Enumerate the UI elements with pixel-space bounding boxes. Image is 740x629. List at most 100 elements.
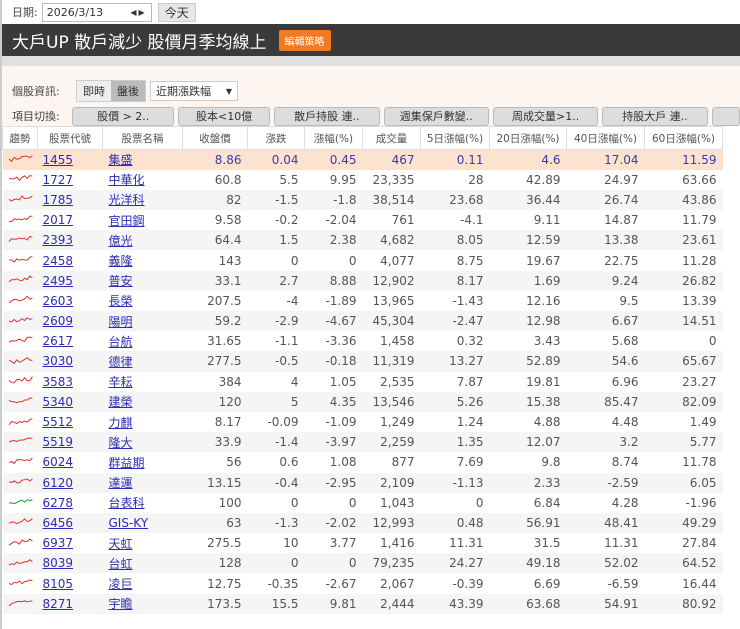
stock-code-link[interactable]: 2017 <box>43 213 74 227</box>
stock-name-link[interactable]: 普安 <box>109 274 133 288</box>
stock-code-link[interactable]: 3030 <box>43 354 74 368</box>
stock-name-link[interactable]: 官田鋼 <box>109 214 145 228</box>
stock-name-link[interactable]: 力麒 <box>109 416 133 430</box>
stock-code-link[interactable]: 1455 <box>43 153 74 167</box>
table-row[interactable]: 8039 台虹 128 0 0 79,235 24.27 49.18 52.02 64.52 <box>2 553 723 574</box>
edit-strategy-button[interactable]: 編輯策略 <box>278 29 331 51</box>
stock-name-link[interactable]: GIS-KY <box>109 516 149 530</box>
table-row[interactable]: 2458 義隆 143 0 0 4,077 8.75 19.67 22.75 11.28 <box>3 250 723 270</box>
today-button[interactable]: 今天 <box>157 2 196 22</box>
column-header[interactable]: 5日漲幅(%) <box>420 126 490 150</box>
table-row[interactable]: 2495 普安 33.1 2.7 8.88 12,902 8.17 1.69 9.24 26.82 <box>2 270 723 291</box>
stock-code-link[interactable]: 2609 <box>43 314 74 328</box>
stock-name-link[interactable]: 台虹 <box>109 557 133 571</box>
stock-code-link[interactable]: 1785 <box>43 193 74 207</box>
table-row[interactable]: 5512 力麒 8.17 -0.09 -1.09 1,249 1.24 4.88 4.48 1.4… <box>3 412 723 432</box>
stock-name-link[interactable]: 台表科 <box>109 496 145 510</box>
column-header[interactable]: 20日漲幅(%) <box>489 126 567 150</box>
switch-button[interactable]: 股本<10億 <box>178 106 271 126</box>
table-row[interactable]: 6937 天虹 275.5 10 3.77 1,416 11.31 31.5 11.31 27.8… <box>3 533 723 553</box>
change-20d-cell: 2.33 <box>489 472 567 493</box>
stock-name-link[interactable]: 辛耘 <box>109 375 133 389</box>
table-row[interactable]: 2017 官田鋼 9.58 -0.2 -2.04 761 -4.1 9.11 14.87 11.7… <box>3 210 723 230</box>
stock-code-link[interactable]: 8271 <box>43 597 74 611</box>
stock-code-link[interactable]: 6937 <box>43 536 74 550</box>
column-header[interactable]: 股票名稱 <box>102 126 183 150</box>
table-row[interactable]: 1455 集盛 8.86 0.04 0.45 467 0.11 4.6 17.04 11.59 <box>2 149 723 170</box>
change-pct-cell: -2.04 <box>325 213 357 228</box>
stock-code-link[interactable]: 2617 <box>43 334 74 348</box>
stock-code-link[interactable]: 2393 <box>43 233 74 247</box>
switch-button[interactable]: 持股大戶 連.. <box>602 106 708 126</box>
date-input[interactable]: 2026/3/13 ◀▶ <box>41 2 152 22</box>
stock-name-link[interactable]: 光洋科 <box>109 193 145 207</box>
table-row[interactable]: 6120 達運 13.15 -0.4 -2.95 2,109 -1.13 2.33 -2.59 6… <box>2 472 723 493</box>
column-header[interactable]: 趨勢 <box>2 126 38 150</box>
stock-name-link[interactable]: 隆大 <box>109 436 133 450</box>
table-row[interactable]: 8105 凌巨 12.75 -0.35 -2.67 2,067 -0.39 6.69 -6.59… <box>3 573 723 593</box>
switch-button[interactable]: 股價 > 2.. <box>72 106 174 126</box>
stock-name-link[interactable]: 建榮 <box>109 395 133 409</box>
table-row[interactable]: 2609 陽明 59.2 -2.9 -4.67 45,304 -2.47 12.98 6.67 1… <box>2 311 723 332</box>
stock-name-link[interactable]: 億光 <box>109 234 133 248</box>
stock-name-link[interactable]: 長榮 <box>109 294 133 308</box>
column-header[interactable]: 40日漲幅(%) <box>566 126 645 150</box>
stock-name-link[interactable]: 群益期 <box>109 456 145 470</box>
stock-name-link[interactable]: 天虹 <box>109 537 133 551</box>
column-header[interactable]: 漲幅(%) <box>304 126 363 150</box>
table-row[interactable]: 2603 長榮 207.5 -4 -1.89 13,965 -1.43 12.16 9.5 13.… <box>3 291 723 311</box>
date-stepper-icon[interactable]: ◀▶ <box>130 8 146 17</box>
stock-code-link[interactable]: 1727 <box>43 173 74 187</box>
stock-code-link[interactable]: 5512 <box>43 415 74 429</box>
stock-name-link[interactable]: 義隆 <box>109 254 133 268</box>
switch-button[interactable]: 周成交量>1.. <box>492 106 599 126</box>
stock-code-link[interactable]: 2458 <box>43 254 74 268</box>
stock-name-link[interactable]: 達運 <box>109 476 133 490</box>
stock-name-link[interactable]: 集盛 <box>109 153 133 167</box>
stock-code-link[interactable]: 5340 <box>43 395 74 409</box>
stock-code-link[interactable]: 6120 <box>43 476 74 490</box>
stock-name-link[interactable]: 宇瞻 <box>109 597 133 611</box>
column-header[interactable]: 成交量 <box>362 126 421 150</box>
table-row[interactable]: 2393 億光 64.4 1.5 2.38 4,682 8.05 12.59 13.38 23.6… <box>2 230 723 251</box>
table-row[interactable]: 3030 德律 277.5 -0.5 -0.18 11,319 13.27 52.89 54.6… <box>2 351 723 372</box>
mode-after-hours[interactable]: 盤後 <box>111 81 145 101</box>
change-20d-cell: 19.81 <box>526 374 561 389</box>
table-row[interactable]: 6456 GIS-KY 63 -1.3 -2.02 12,993 0.48 56.91 48.4… <box>2 512 723 534</box>
stock-name-link[interactable]: 凌巨 <box>109 577 133 591</box>
stock-code-link[interactable]: 6278 <box>43 496 74 510</box>
trend-cell <box>3 452 38 472</box>
mode-realtime[interactable]: 即時 <box>77 81 111 101</box>
table-row[interactable]: 8271 宇瞻 173.5 15.5 9.81 2,444 43.39 63.68 54.91 8… <box>2 593 723 614</box>
stock-code-link[interactable]: 6024 <box>43 455 74 469</box>
table-row[interactable]: 2617 台航 31.65 -1.1 -3.36 1,458 0.32 3.43 5.68 0 <box>3 331 723 351</box>
info-select[interactable]: 近期漲跌幅 ▼ <box>150 81 238 101</box>
change-pct-cell: 8.88 <box>304 270 363 291</box>
change-40d-cell: 48.41 <box>566 512 645 534</box>
table-row[interactable]: 6278 台表科 100 0 0 1,043 0 6.84 4.28 -1.96 <box>3 493 723 513</box>
stock-name-link[interactable]: 中華化 <box>109 173 145 187</box>
stock-name-link[interactable]: 德律 <box>109 355 133 369</box>
column-header[interactable]: 漲跌 <box>247 126 305 150</box>
switch-button[interactable]: 散戶持股 連.. <box>274 106 380 126</box>
table-row[interactable]: 5519 隆大 33.9 -1.4 -3.97 2,259 1.35 12.07 3.2 5.77 <box>2 432 723 453</box>
table-row[interactable]: 5340 建榮 120 5 4.35 13,546 5.26 15.38 85.47 82.09 <box>2 391 723 412</box>
table-row[interactable]: 1727 中華化 60.8 5.5 9.95 23,335 28 42.89 24.97 63.6… <box>3 170 723 190</box>
table-row[interactable]: 1785 光洋科 82 -1.5 -1.8 38,514 23.68 36.44 26.74 43… <box>2 189 723 211</box>
stock-code-link[interactable]: 3583 <box>43 375 74 389</box>
stock-code-link[interactable]: 8039 <box>43 556 74 570</box>
table-row[interactable]: 6024 群益期 56 0.6 1.08 877 7.69 9.8 8.74 11.78 <box>3 452 723 472</box>
column-header[interactable]: 股票代號 <box>37 126 103 150</box>
table-row[interactable]: 3583 辛耘 384 4 1.05 2,535 7.87 19.81 6.96 23.27 <box>3 372 723 392</box>
stock-code-link[interactable]: 6456 <box>43 516 74 530</box>
stock-code-link[interactable]: 5519 <box>43 435 74 449</box>
switch-button[interactable]: 週集保戶數變.. <box>383 106 489 126</box>
stock-name-link[interactable]: 台航 <box>109 335 133 349</box>
switch-button-more[interactable] <box>711 106 740 126</box>
stock-code-link[interactable]: 8105 <box>43 577 74 591</box>
stock-name-link[interactable]: 陽明 <box>109 315 133 329</box>
stock-code-link[interactable]: 2495 <box>43 274 74 288</box>
column-header[interactable]: 收盤價 <box>182 126 248 150</box>
column-header[interactable]: 60日漲幅(%) <box>644 126 723 150</box>
stock-code-link[interactable]: 2603 <box>43 294 74 308</box>
